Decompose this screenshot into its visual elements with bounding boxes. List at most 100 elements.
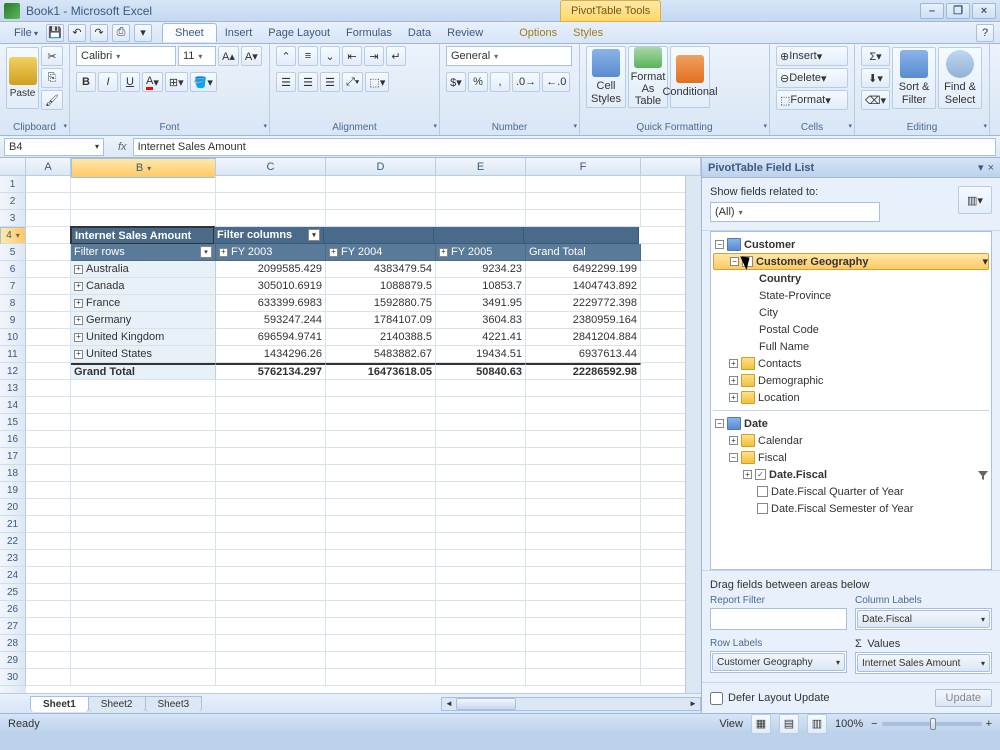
cell[interactable] <box>26 499 71 516</box>
cell[interactable]: 2099585.429 <box>216 261 326 278</box>
align-top-icon[interactable]: ⌃ <box>276 46 296 66</box>
merge-button[interactable]: ⬚▾ <box>365 72 389 92</box>
tab-sheet[interactable]: Sheet <box>162 23 217 42</box>
cell[interactable] <box>71 618 216 635</box>
cell[interactable] <box>26 210 71 227</box>
cell[interactable]: +FY 2005 <box>436 244 526 261</box>
cell[interactable]: 1088879.5 <box>326 278 436 295</box>
column-labels-chip[interactable]: Date.Fiscal <box>857 610 990 628</box>
cell[interactable] <box>436 210 526 227</box>
tab-formulas[interactable]: Formulas <box>338 25 400 41</box>
cell[interactable] <box>326 499 436 516</box>
cell[interactable] <box>526 380 641 397</box>
cell[interactable] <box>26 176 71 193</box>
cell[interactable] <box>526 210 641 227</box>
cell[interactable] <box>26 244 71 261</box>
row-header[interactable]: 9 <box>0 312 26 329</box>
cell[interactable] <box>526 499 641 516</box>
select-all-corner[interactable] <box>0 158 26 175</box>
cell[interactable] <box>26 618 71 635</box>
row-header[interactable]: 14 <box>0 397 26 414</box>
cell[interactable] <box>71 584 216 601</box>
col-header-f[interactable]: F <box>526 158 641 175</box>
cell[interactable] <box>26 261 71 278</box>
cell[interactable] <box>436 193 526 210</box>
cell[interactable] <box>326 584 436 601</box>
cell[interactable]: 4383479.54 <box>326 261 436 278</box>
view-normal-icon[interactable]: ▦ <box>751 714 771 734</box>
cell[interactable] <box>216 533 326 550</box>
cell[interactable] <box>216 380 326 397</box>
cell[interactable] <box>216 448 326 465</box>
cell[interactable] <box>526 567 641 584</box>
cell[interactable] <box>216 397 326 414</box>
qat-customize-icon[interactable]: ▾ <box>134 24 152 42</box>
currency-icon[interactable]: $▾ <box>446 72 466 92</box>
cell[interactable]: +FY 2003 <box>216 244 326 261</box>
bold-button[interactable]: B <box>76 72 96 92</box>
row-header[interactable]: 10 <box>0 329 26 346</box>
tree-date-fiscal[interactable]: +✓Date.Fiscal <box>713 466 989 483</box>
cell[interactable]: 50840.63 <box>436 363 526 380</box>
row-header[interactable]: 23 <box>0 550 26 567</box>
print-icon[interactable]: ⎙ <box>112 24 130 42</box>
cell[interactable] <box>326 550 436 567</box>
cell[interactable]: 2229772.398 <box>526 295 641 312</box>
cell[interactable] <box>326 210 436 227</box>
tree-state[interactable]: State-Province <box>713 287 989 304</box>
align-bottom-icon[interactable]: ⌄ <box>320 46 340 66</box>
number-format-select[interactable]: General <box>446 46 572 66</box>
cell[interactable]: 1784107.09 <box>326 312 436 329</box>
cell[interactable]: 10853.7 <box>436 278 526 295</box>
cell[interactable] <box>526 414 641 431</box>
fill-color-button[interactable]: 🪣▾ <box>190 72 217 92</box>
cell[interactable] <box>526 482 641 499</box>
cell[interactable] <box>71 516 216 533</box>
cell[interactable] <box>526 635 641 652</box>
cell[interactable] <box>26 635 71 652</box>
file-menu[interactable]: File <box>6 25 46 41</box>
cell[interactable]: Grand Total <box>526 244 641 261</box>
cell[interactable] <box>526 652 641 669</box>
cell[interactable] <box>71 669 216 686</box>
row-header[interactable]: 24 <box>0 567 26 584</box>
row-header[interactable]: 20 <box>0 499 26 516</box>
cell[interactable] <box>71 465 216 482</box>
cell[interactable] <box>526 448 641 465</box>
cell[interactable] <box>526 431 641 448</box>
cell[interactable] <box>526 533 641 550</box>
row-header[interactable]: 16 <box>0 431 26 448</box>
cell[interactable] <box>71 550 216 567</box>
tree-customer-geography[interactable]: −✓Customer Geography▾ <box>713 253 989 270</box>
cell[interactable] <box>216 567 326 584</box>
cell[interactable] <box>26 448 71 465</box>
fx-icon[interactable]: fx <box>118 141 127 153</box>
cell[interactable] <box>436 618 526 635</box>
format-button[interactable]: ⬚ Format ▾ <box>776 90 848 110</box>
cell[interactable] <box>436 516 526 533</box>
sheet-tab-2[interactable]: Sheet2 <box>88 696 146 712</box>
col-header-b[interactable]: B <box>71 158 216 178</box>
cell[interactable]: 4221.41 <box>436 329 526 346</box>
cell[interactable] <box>436 397 526 414</box>
cell[interactable]: 1404743.892 <box>526 278 641 295</box>
cell[interactable] <box>71 414 216 431</box>
row-header[interactable]: 19 <box>0 482 26 499</box>
cell[interactable] <box>436 448 526 465</box>
align-center-icon[interactable]: ☰ <box>298 72 318 92</box>
cell[interactable] <box>436 414 526 431</box>
cell[interactable] <box>326 516 436 533</box>
cell[interactable] <box>436 567 526 584</box>
zoom-slider[interactable]: −+ <box>871 718 992 730</box>
cell[interactable] <box>216 550 326 567</box>
col-header-c[interactable]: C <box>216 158 326 175</box>
cell[interactable] <box>71 448 216 465</box>
row-header[interactable]: 25 <box>0 584 26 601</box>
tab-options[interactable]: Options <box>511 25 565 41</box>
field-list[interactable]: −Customer −✓Customer Geography▾ Country … <box>710 231 992 570</box>
row-header[interactable]: 27 <box>0 618 26 635</box>
row-labels-chip[interactable]: Customer Geography <box>712 653 845 671</box>
cell[interactable] <box>216 652 326 669</box>
cell[interactable] <box>71 193 216 210</box>
cell[interactable] <box>26 482 71 499</box>
